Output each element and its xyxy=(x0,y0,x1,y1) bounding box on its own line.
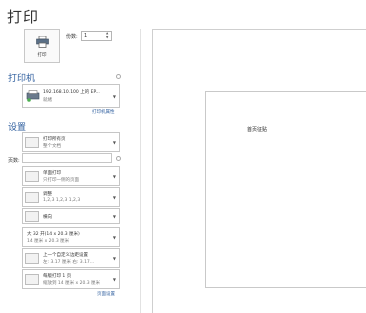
printer-device-icon xyxy=(26,90,40,102)
setting-subtitle: 只打印一侧的页面 xyxy=(43,178,79,183)
setting-title: 打印所有页 xyxy=(43,137,66,142)
margins-select[interactable]: 上一个自定义边距设置 左: 3.17 厘米 右: 3.17... ▼ xyxy=(22,248,120,268)
sides-select[interactable]: 单面打印 只打印一侧的页面 ▼ xyxy=(22,166,120,186)
setting-title: 横向 xyxy=(43,215,52,220)
copies-label: 份数: xyxy=(66,34,78,40)
pages-input[interactable] xyxy=(22,153,112,163)
print-range-select[interactable]: 打印所有页 整个文档 ▼ xyxy=(22,132,120,152)
print-button[interactable]: 打印 xyxy=(24,29,60,63)
chevron-down-icon: ▼ xyxy=(112,235,116,240)
printer-heading: 打印机 xyxy=(8,74,36,84)
pages-per-sheet-icon xyxy=(25,274,39,285)
setting-subtitle: 1,2,3 1,2,3 1,2,3 xyxy=(43,198,81,203)
chevron-down-icon: ▼ xyxy=(112,174,116,179)
chevron-down-icon: ▼ xyxy=(112,140,116,145)
copies-input[interactable]: 1 ▲ ▼ xyxy=(81,31,112,41)
orientation-select[interactable]: 横向 ▼ xyxy=(22,208,120,224)
setting-title: 单面打印 xyxy=(43,171,61,176)
pages-label: 页数: xyxy=(8,158,20,164)
paper-size-select[interactable]: 大 32 开(14 x 20.3 厘米) 14 厘米 x 20.3 厘米 ▼ xyxy=(22,227,120,247)
setting-title: 调整 xyxy=(43,192,52,197)
printer-select[interactable]: 192.168.10.100 上的 EP... 就绪 ▼ xyxy=(22,84,120,108)
copies-value: 1 xyxy=(84,33,88,39)
setting-subtitle: 缩放到 14 厘米 x 20.3 厘米 xyxy=(43,281,101,286)
margins-icon xyxy=(25,253,39,264)
chevron-down-icon: ▼ xyxy=(112,94,116,99)
single-sided-icon xyxy=(25,171,39,182)
chevron-down-icon: ▼ xyxy=(112,277,116,282)
setting-subtitle: 左: 3.17 厘米 右: 3.17... xyxy=(43,260,95,265)
info-icon[interactable] xyxy=(116,74,121,79)
page-setup-link[interactable]: 页面设置 xyxy=(97,291,115,297)
chevron-down-icon: ▼ xyxy=(112,214,116,219)
chevron-down-icon: ▼ xyxy=(112,256,116,261)
collate-select[interactable]: 调整 1,2,3 1,2,3 1,2,3 ▼ xyxy=(22,187,120,207)
printer-name: 192.168.10.100 上的 EP... xyxy=(43,90,100,95)
setting-subtitle: 整个文档 xyxy=(43,144,61,149)
decrement-icon[interactable]: ▼ xyxy=(106,36,110,39)
info-icon[interactable] xyxy=(116,156,121,161)
setting-title: 每版打印 1 页 xyxy=(43,274,72,279)
chevron-down-icon: ▼ xyxy=(112,195,116,200)
document-icon xyxy=(25,137,39,148)
preview-page-text: 首页征贴 xyxy=(247,127,268,133)
printer-status: 就绪 xyxy=(43,98,52,103)
page-title: 打印 xyxy=(7,8,40,26)
pages-per-sheet-select[interactable]: 每版打印 1 页 缩放到 14 厘米 x 20.3 厘米 ▼ xyxy=(22,269,120,289)
preview-page xyxy=(205,91,366,288)
setting-title: 上一个自定义边距设置 xyxy=(43,253,88,258)
setting-title: 大 32 开(14 x 20.3 厘米) xyxy=(27,232,80,237)
print-button-label: 打印 xyxy=(37,53,47,58)
divider xyxy=(140,29,141,313)
landscape-icon xyxy=(25,211,39,222)
printer-properties-link[interactable]: 打印机属性 xyxy=(92,109,115,115)
setting-subtitle: 14 厘米 x 20.3 厘米 xyxy=(27,239,70,244)
printer-icon xyxy=(36,36,49,48)
collate-icon xyxy=(25,192,39,203)
